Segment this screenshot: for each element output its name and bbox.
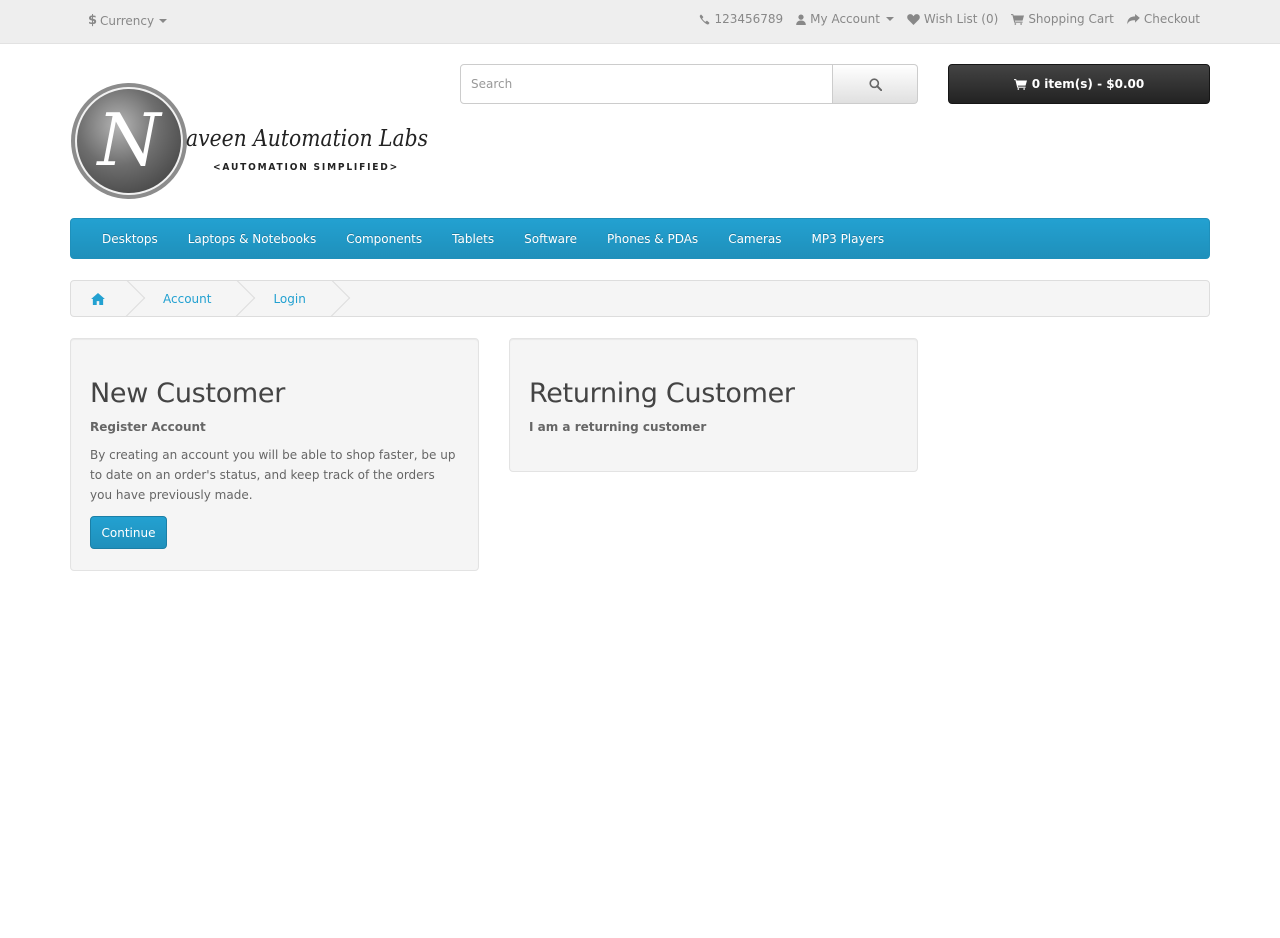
new-customer-title: New Customer xyxy=(90,378,286,409)
breadcrumb-login[interactable]: Login xyxy=(245,281,333,316)
site-logo[interactable]: N aveen Automation Labs <AUTOMATION SIMP… xyxy=(70,82,430,200)
returning-customer-title: Returning Customer xyxy=(529,378,795,409)
caret-down-icon xyxy=(159,18,168,23)
share-icon xyxy=(1127,13,1140,24)
top-links: 123456789 My Account Wish List (0) Shopp… xyxy=(699,12,1200,26)
menu-item-components[interactable]: Components xyxy=(331,232,437,246)
currency-dropdown[interactable]: $ Currency xyxy=(88,13,168,28)
checkout-label: Checkout xyxy=(1143,12,1200,26)
returning-customer-panel: Returning Customer I am a returning cust… xyxy=(509,338,918,472)
menu-item-phones-pdas[interactable]: Phones & PDAs xyxy=(592,232,713,246)
dollar-icon: $ xyxy=(88,13,98,28)
breadcrumb-home[interactable] xyxy=(71,281,129,316)
menu-item-desktops[interactable]: Desktops xyxy=(87,232,173,246)
menu-item-software[interactable]: Software xyxy=(509,232,592,246)
phone-icon xyxy=(700,14,710,25)
top-bar: $ Currency 123456789 My Account Wish Lis… xyxy=(0,0,1280,44)
menu-item-mp3-players[interactable]: MP3 Players xyxy=(797,232,900,246)
cart-icon xyxy=(1013,78,1027,90)
logo-title: aveen Automation Labs xyxy=(186,126,428,152)
cart-button[interactable]: 0 item(s) - $0.00 xyxy=(948,64,1210,104)
checkout-link[interactable]: Checkout xyxy=(1127,12,1200,26)
returning-customer-subtitle: I am a returning customer xyxy=(529,420,707,434)
shopping-cart-label: Shopping Cart xyxy=(1028,12,1114,26)
search-icon xyxy=(868,77,882,91)
shopping-cart-link[interactable]: Shopping Cart xyxy=(1011,12,1114,26)
heart-icon xyxy=(907,13,920,25)
breadcrumb-account[interactable]: Account xyxy=(135,281,239,316)
currency-label: Currency xyxy=(100,13,155,28)
caret-down-icon xyxy=(885,17,894,21)
phone-link[interactable]: 123456789 xyxy=(699,12,783,26)
breadcrumb: Account Login xyxy=(70,280,1210,317)
continue-button[interactable]: Continue xyxy=(90,516,167,549)
my-account-label: My Account xyxy=(810,12,880,26)
my-account-dropdown[interactable]: My Account xyxy=(796,12,894,26)
main-menu: Desktops Laptops & Notebooks Components … xyxy=(70,218,1210,259)
wishlist-link[interactable]: Wish List (0) xyxy=(907,12,998,26)
search-button[interactable] xyxy=(833,64,918,104)
menu-item-laptops-notebooks[interactable]: Laptops & Notebooks xyxy=(173,232,331,246)
register-account-heading: Register Account xyxy=(90,420,206,434)
wishlist-label: Wish List (0) xyxy=(923,12,999,26)
cart-icon xyxy=(1011,13,1025,25)
menu-item-tablets[interactable]: Tablets xyxy=(437,232,509,246)
cart-label: 0 item(s) - $0.00 xyxy=(1031,77,1145,91)
logo-tagline: <AUTOMATION SIMPLIFIED> xyxy=(213,162,399,173)
user-icon xyxy=(796,13,806,25)
phone-number: 123456789 xyxy=(714,12,784,26)
logo-letter: N xyxy=(96,98,164,182)
new-customer-panel: New Customer Register Account By creatin… xyxy=(70,338,479,571)
new-customer-description: By creating an account you will be able … xyxy=(90,448,456,502)
home-icon xyxy=(91,292,105,305)
menu-item-cameras[interactable]: Cameras xyxy=(713,232,796,246)
search-input[interactable] xyxy=(460,64,833,104)
search-bar xyxy=(460,64,918,104)
